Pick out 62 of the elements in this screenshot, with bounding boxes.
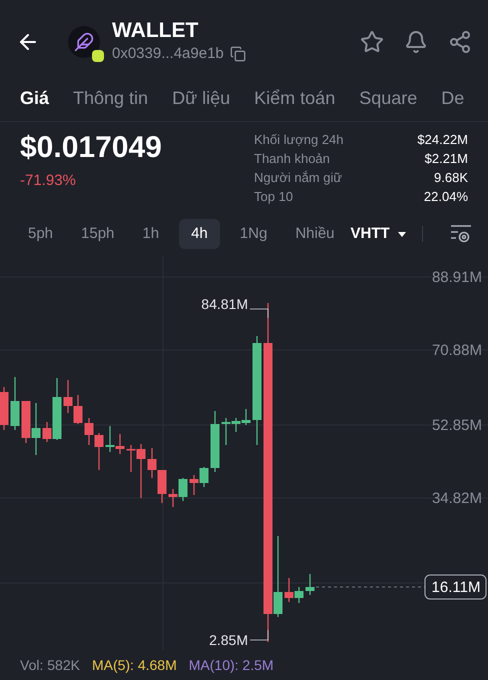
token-title: WALLET <box>112 18 200 43</box>
candle <box>10 377 20 430</box>
candle <box>168 489 178 507</box>
candle <box>242 409 250 425</box>
candle <box>116 434 124 454</box>
price-value: $0.017049 <box>20 130 162 166</box>
candle <box>148 448 156 478</box>
candle <box>22 401 30 443</box>
caret-icon <box>398 232 406 236</box>
low-leader-line <box>250 630 268 640</box>
star-icon[interactable] <box>360 30 384 54</box>
bell-icon[interactable] <box>404 30 428 54</box>
candle <box>74 395 82 424</box>
timeframe-button[interactable]: 15ph <box>73 218 122 250</box>
stat-label: Top 10 <box>254 188 294 206</box>
candle <box>306 574 314 595</box>
candle <box>178 478 188 501</box>
stat-value: 9.68K <box>434 169 468 187</box>
low-price-label: 2.85M <box>209 632 248 648</box>
timeframe-button[interactable]: Nhiều <box>287 218 343 250</box>
candle <box>84 418 94 445</box>
high-leader-line <box>250 308 268 318</box>
stat-label: Thanh khoản <box>254 150 330 168</box>
ma5-label: MA(5): 4.68M <box>92 656 177 675</box>
price-change: -71.93% <box>20 171 77 191</box>
chart-type-dropdown[interactable]: VHTT <box>350 222 406 246</box>
candle <box>0 387 8 430</box>
candle <box>106 426 114 452</box>
y-axis-label: 52.85M <box>432 417 482 434</box>
timeframe-button[interactable]: 1Ng <box>232 218 276 250</box>
stat-label: Khối lượng 24h <box>254 131 344 149</box>
contract-address: 0x0339...4a9e1b <box>112 44 224 64</box>
timeframe-button[interactable]: 1h <box>134 218 168 250</box>
current-price-tag: 16.11M <box>424 574 486 600</box>
timeframe-button[interactable]: 5ph <box>20 218 62 250</box>
y-axis-label: 70.88M <box>432 342 482 359</box>
share-icon[interactable] <box>448 30 472 54</box>
tab[interactable]: Dữ liệu <box>172 85 230 112</box>
copy-icon[interactable] <box>230 46 246 62</box>
stat-value: $2.21M <box>424 150 468 168</box>
tab[interactable]: De <box>441 85 464 112</box>
high-price-label: 84.81M <box>201 296 248 312</box>
candle <box>32 403 40 455</box>
candle <box>64 380 72 413</box>
volume-label: Vol: 582K <box>20 656 80 674</box>
candle <box>158 470 166 503</box>
tab[interactable]: Kiểm toán <box>254 85 336 112</box>
stat-label: Người nắm giữ <box>254 169 342 187</box>
tab[interactable]: Giá <box>20 85 50 112</box>
tab[interactable]: Thông tin <box>73 85 148 112</box>
ma10-label: MA(10): 2.5M <box>188 656 274 675</box>
stat-value: 22.04% <box>424 188 468 206</box>
timeframe-button[interactable]: 4h <box>179 218 220 250</box>
candle <box>210 411 220 472</box>
tab[interactable]: Square <box>359 85 418 112</box>
indicator-settings-icon[interactable] <box>450 224 472 244</box>
y-axis-label: 34.82M <box>432 490 482 507</box>
candle <box>190 475 198 495</box>
candle <box>94 433 104 470</box>
stat-value: $24.22M <box>417 131 468 149</box>
candle <box>200 467 208 487</box>
y-axis-label: 88.91M <box>432 269 482 286</box>
